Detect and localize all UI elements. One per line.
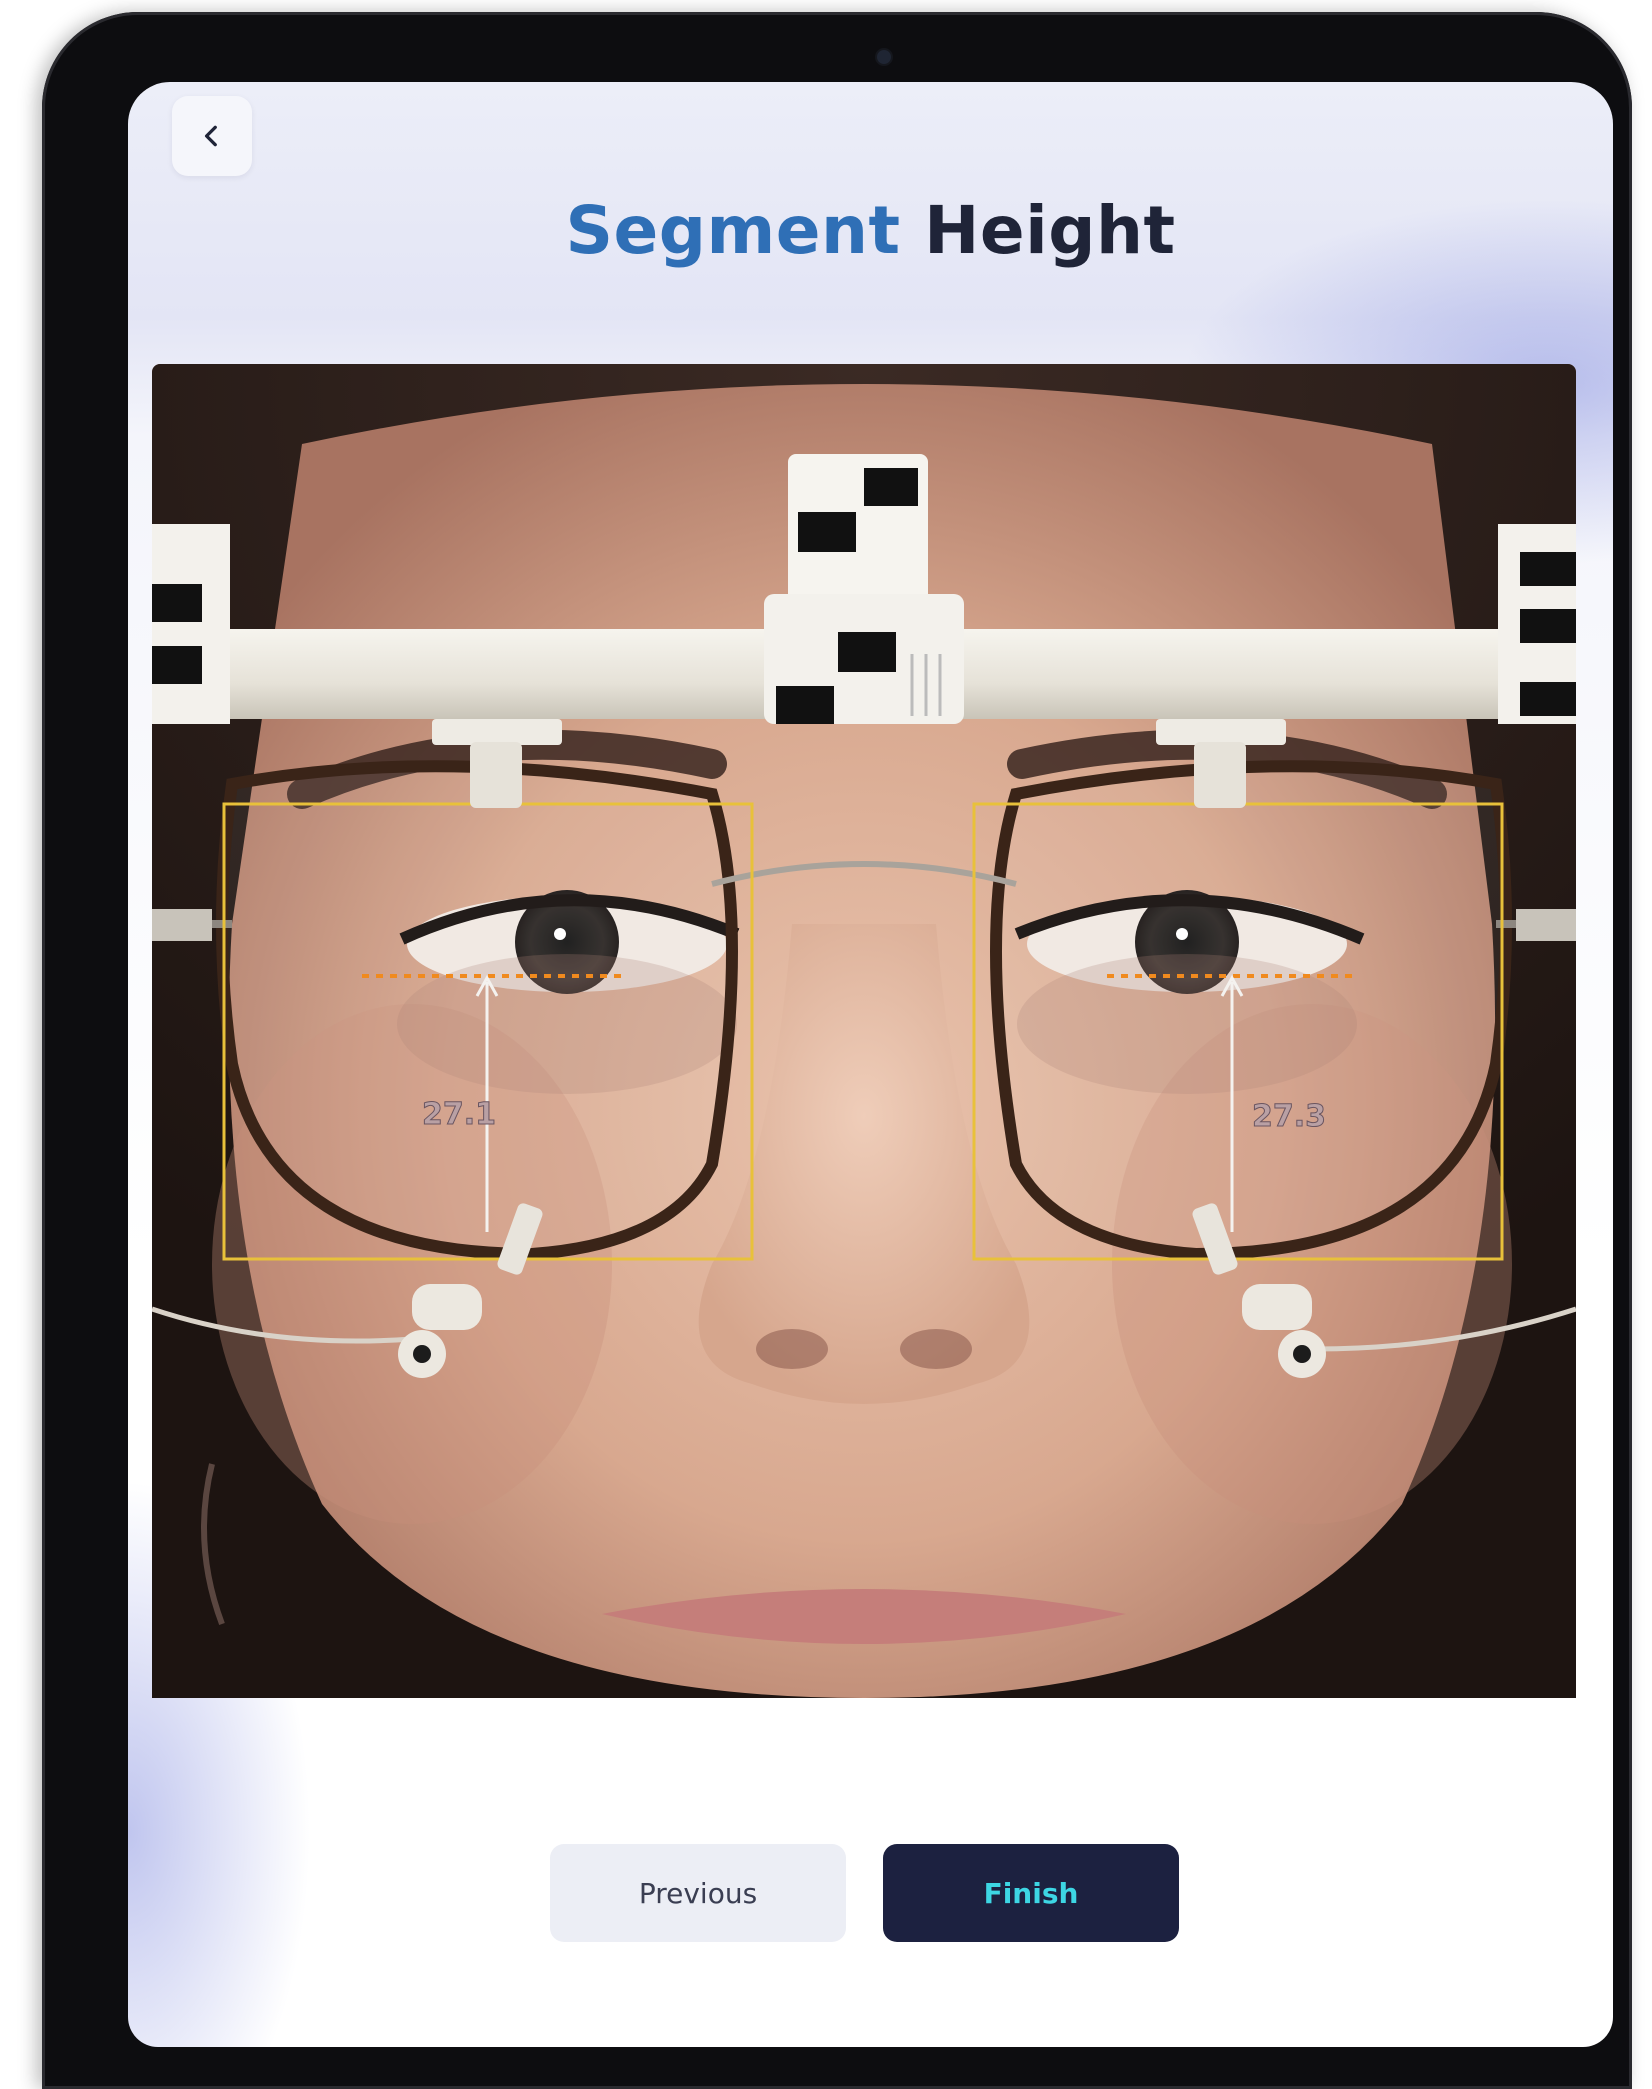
- page-title-rest: Height: [924, 192, 1176, 269]
- app-screen: Segment Height 27.1 27.3 Previous Finish: [128, 82, 1613, 2047]
- finish-button[interactable]: Finish: [883, 1844, 1179, 1942]
- previous-button[interactable]: Previous: [550, 1844, 846, 1942]
- right-segment-height-value: 27.3: [1252, 1099, 1326, 1134]
- left-lens-frame: [216, 760, 738, 1261]
- right-lens-frame: [990, 760, 1512, 1261]
- front-camera: [877, 50, 891, 64]
- face-capture-image: 27.1 27.3: [152, 364, 1576, 1698]
- page-title: Segment Height: [128, 192, 1613, 269]
- page-title-accent: Segment: [565, 192, 901, 269]
- chevron-left-icon: [204, 125, 217, 147]
- tablet-device-frame: Segment Height 27.1 27.3 Previous Finish: [42, 12, 1632, 2089]
- face-capture-illustration: 27.1 27.3: [152, 364, 1576, 1698]
- left-segment-height-value: 27.1: [422, 1097, 496, 1132]
- back-button[interactable]: [172, 96, 252, 176]
